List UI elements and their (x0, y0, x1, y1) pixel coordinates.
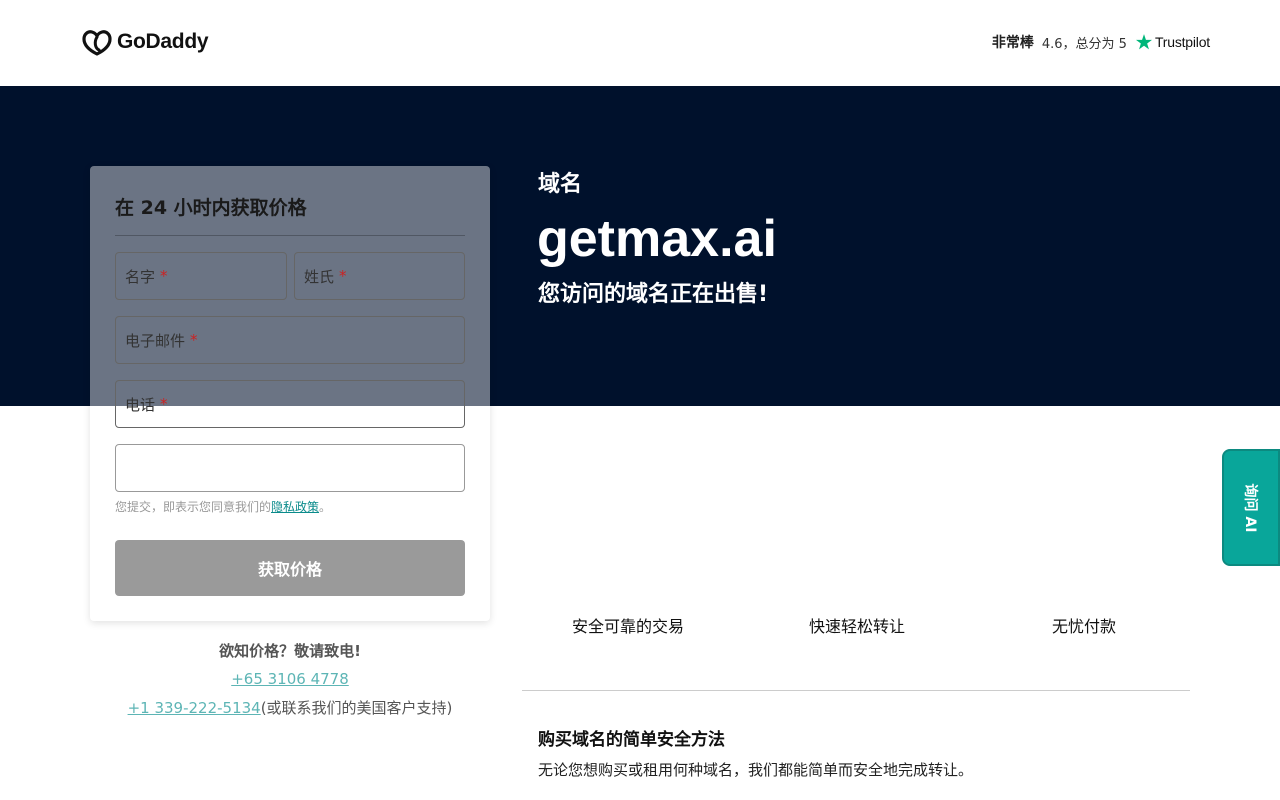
godaddy-logo-icon (82, 30, 112, 56)
hero-label: 域名 (538, 172, 583, 197)
first-name-placeholder: 名字 (125, 267, 156, 286)
required-mark: * (160, 395, 168, 413)
trustpilot-star-icon (1135, 34, 1152, 50)
required-mark: * (190, 331, 198, 349)
required-mark: * (160, 267, 168, 285)
consent-suffix: 。 (319, 500, 332, 514)
feature-fast-transfer: 快速轻松转让 (809, 617, 906, 636)
godaddy-logo[interactable]: GoDaddy (81, 28, 209, 56)
phone-us-note: (或联系我们的美国客户支持) (260, 699, 453, 717)
godaddy-logo-text: GoDaddy (117, 30, 209, 53)
email-placeholder: 电子邮件 (125, 331, 186, 350)
rating-detail: 4.6，总分为 5 (1041, 36, 1127, 52)
consent-text: 您提交，即表示您同意我们的隐私政策。 (115, 498, 331, 515)
privacy-policy-link[interactable]: 隐私政策 (271, 500, 319, 514)
form-title: 在 24 小时内获取价格 (115, 197, 307, 219)
phone-us-line: +1 339-222-5134(或联系我们的美国客户支持) (90, 697, 490, 718)
phone-us-link[interactable]: +1 339-222-5134 (128, 699, 261, 717)
consent-prefix: 您提交，即表示您同意我们的 (115, 500, 272, 514)
phone-placeholder: 电话 (125, 395, 156, 414)
last-name-field[interactable]: 姓氏 * (294, 252, 465, 300)
feature-easy-payment: 无忧付款 (1052, 617, 1117, 636)
trustpilot-rating[interactable]: 非常棒 4.6，总分为 5 Trustpilot (992, 32, 1210, 52)
ask-ai-label: 询问 AI (1242, 483, 1258, 532)
call-section: 欲知价格？敬请致电! +65 3106 4778 +1 339-222-5134… (90, 640, 490, 718)
hero-subtitle: 您访问的域名正在出售! (538, 282, 769, 307)
call-title: 欲知价格？敬请致电! (219, 642, 361, 660)
email-field[interactable]: 电子邮件 * (115, 316, 465, 364)
phone-sg-line: +65 3106 4778 (90, 670, 490, 688)
first-name-field[interactable]: 名字 * (115, 252, 287, 300)
section-divider (522, 690, 1190, 691)
site-header: GoDaddy 非常棒 4.6，总分为 5 Trustpilot (0, 0, 1280, 86)
trustpilot-label: Trustpilot (1154, 34, 1210, 50)
required-mark: * (339, 267, 347, 285)
get-price-button[interactable]: 获取价格 (115, 540, 465, 596)
trustpilot-brand: Trustpilot (1135, 33, 1210, 51)
last-name-placeholder: 姓氏 (304, 267, 335, 286)
phone-sg-link[interactable]: +65 3106 4778 (231, 670, 349, 688)
domain-name: getmax.ai (537, 210, 777, 268)
additional-field[interactable] (115, 444, 465, 492)
rating-word: 非常棒 (991, 35, 1034, 51)
section-text: 无论您想购买或租用何种域名，我们都能简单而安全地完成转让。 (538, 761, 974, 779)
feature-secure-transaction: 安全可靠的交易 (572, 617, 685, 636)
price-request-form: 在 24 小时内获取价格 名字 * 姓氏 * 电子邮件 * 电话 * 您提交，即表示您同… (90, 166, 490, 621)
phone-field[interactable]: 电话 * (115, 380, 465, 428)
form-divider (115, 235, 465, 236)
ask-ai-tab[interactable]: 询问 AI (1222, 449, 1280, 566)
section-title: 购买域名的简单安全方法 (538, 730, 725, 750)
